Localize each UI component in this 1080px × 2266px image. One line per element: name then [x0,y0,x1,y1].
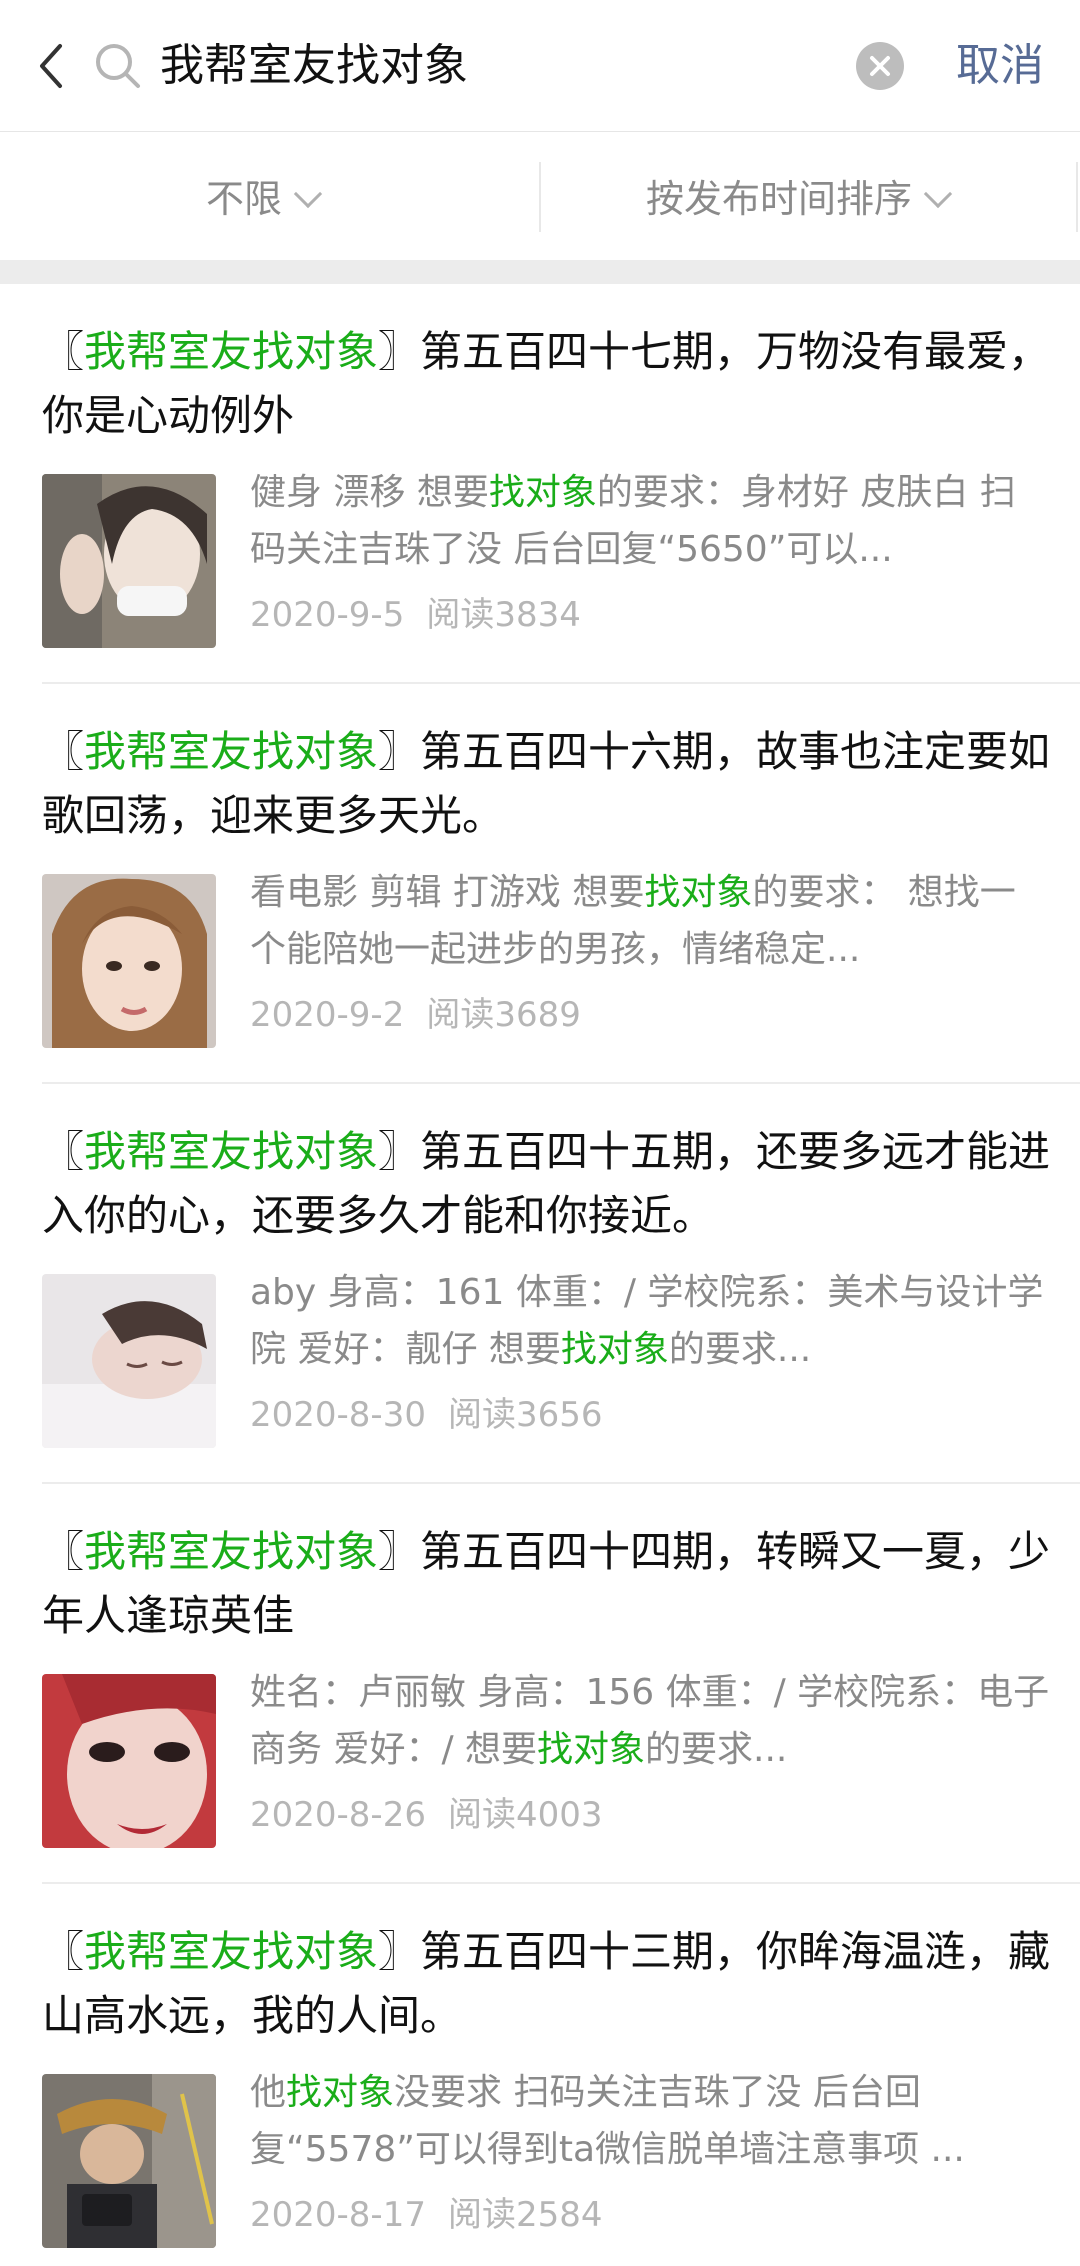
publish-date: 2020-9-5 [250,595,405,635]
snippet-text: 的要求... [668,1329,812,1370]
filter-divider [1076,162,1078,232]
range-filter-dropdown[interactable]: 不限 [206,174,323,224]
title-bracket: 〖 [42,1927,85,1976]
filter-bar: 不限 按发布时间排序 [0,132,1080,260]
list-item[interactable]: 〖我帮室友找对象〗第五百四十七期，万物没有最爱，你是心动例外 健身 漂移 想要找… [42,284,1080,684]
read-count: 阅读3689 [426,995,581,1035]
article-snippet: 他找对象没要求 扫码关注吉珠了没 后台回复“5578”可以得到ta微信脱单墙注意… [250,2064,1050,2178]
title-bracket: 〖 [42,727,85,776]
article-title[interactable]: 〖我帮室友找对象〗第五百四十五期，还要多远才能进入你的心，还要多久才能和你接近。 [42,1120,1052,1248]
article-title[interactable]: 〖我帮室友找对象〗第五百四十六期，故事也注定要如歌回荡，迎来更多天光。 [42,720,1052,848]
range-filter-label: 不限 [206,177,283,221]
cancel-button[interactable]: 取消 [956,36,1044,96]
title-keyword: 我帮室友找对象 [84,1127,379,1176]
publish-date: 2020-8-17 [250,2195,426,2235]
snippet-text: 他 [250,2072,287,2113]
publish-date: 2020-9-2 [250,995,405,1035]
sort-filter-label: 按发布时间排序 [646,177,913,221]
article-meta: 2020-9-2 阅读3689 [250,990,581,1040]
snippet-text: 看电影 剪辑 打游戏 想要 [250,872,645,913]
article-meta: 2020-8-26 阅读4003 [250,1790,603,1840]
title-keyword: 我帮室友找对象 [84,1927,379,1976]
title-bracket: 〖 [42,1127,85,1176]
read-count: 阅读2584 [447,2195,603,2235]
snippet-text: 的要求... [645,1729,788,1770]
search-icon [92,40,144,92]
thumbnail-image [42,2074,216,2248]
results-list: 〖我帮室友找对象〗第五百四十七期，万物没有最爱，你是心动例外 健身 漂移 想要找… [0,284,1080,2266]
list-item[interactable]: 〖我帮室友找对象〗第五百四十六期，故事也注定要如歌回荡，迎来更多天光。 看电影 … [42,684,1080,1084]
read-count: 阅读3834 [426,595,581,635]
search-input[interactable]: 我帮室友找对象 [160,36,468,96]
read-count: 阅读4003 [447,1795,603,1835]
publish-date: 2020-8-30 [250,1395,426,1435]
sort-filter-dropdown[interactable]: 按发布时间排序 [646,174,953,224]
thumbnail-image [42,474,216,648]
article-meta: 2020-8-17 阅读2584 [250,2190,603,2240]
read-count: 阅读3656 [447,1395,603,1435]
title-bracket: 〖 [42,327,85,376]
title-keyword: 我帮室友找对象 [84,727,379,776]
article-title[interactable]: 〖我帮室友找对象〗第五百四十三期，你眸海温涟，藏山高水远，我的人间。 [42,1920,1052,2048]
article-snippet: 姓名：卢丽敏 身高：156 体重：/ 学校院系：电子商务 爱好：/ 想要找对象的… [250,1664,1050,1778]
snippet-text: 健身 漂移 想要 [250,472,489,513]
article-meta: 2020-9-5 阅读3834 [250,590,581,640]
list-item[interactable]: 〖我帮室友找对象〗第五百四十四期，转瞬又一夏，少年人逢琼英佳 姓名：卢丽敏 身高… [42,1484,1080,1884]
back-icon[interactable] [30,36,80,96]
chevron-down-icon [923,179,953,209]
search-header: 我帮室友找对象 取消 [0,0,1080,132]
title-keyword: 我帮室友找对象 [84,1527,379,1576]
snippet-keyword: 找对象 [488,472,597,513]
title-keyword: 我帮室友找对象 [84,327,379,376]
list-item[interactable]: 〖我帮室友找对象〗第五百四十五期，还要多远才能进入你的心，还要多久才能和你接近。… [42,1084,1080,1484]
snippet-keyword: 找对象 [644,872,753,913]
thumbnail-image [42,1274,216,1448]
list-item[interactable]: 〖我帮室友找对象〗第五百四十三期，你眸海温涟，藏山高水远，我的人间。 他找对象没… [42,1884,1080,2266]
chevron-down-icon [293,179,323,209]
article-meta: 2020-8-30 阅读3656 [250,1390,603,1440]
article-snippet: 看电影 剪辑 打游戏 想要找对象的要求： 想找一个能陪她一起进步的男孩，情绪稳定… [250,864,1050,978]
filter-divider [539,162,541,232]
snippet-keyword: 找对象 [286,2072,395,2113]
article-title[interactable]: 〖我帮室友找对象〗第五百四十四期，转瞬又一夏，少年人逢琼英佳 [42,1520,1052,1648]
thumbnail-image [42,1674,216,1848]
thumbnail-image [42,874,216,1048]
title-bracket: 〖 [42,1527,85,1576]
clear-icon[interactable] [856,42,904,90]
snippet-keyword: 找对象 [537,1729,646,1770]
article-snippet: aby 身高：161 体重：/ 学校院系：美术与设计学院 爱好：靓仔 想要找对象… [250,1264,1050,1378]
article-snippet: 健身 漂移 想要找对象的要求：身材好 皮肤白 扫码关注吉珠了没 后台回复“565… [250,464,1050,578]
publish-date: 2020-8-26 [250,1795,426,1835]
article-title[interactable]: 〖我帮室友找对象〗第五百四十七期，万物没有最爱，你是心动例外 [42,320,1052,448]
snippet-keyword: 找对象 [560,1329,669,1370]
section-divider [0,260,1080,284]
